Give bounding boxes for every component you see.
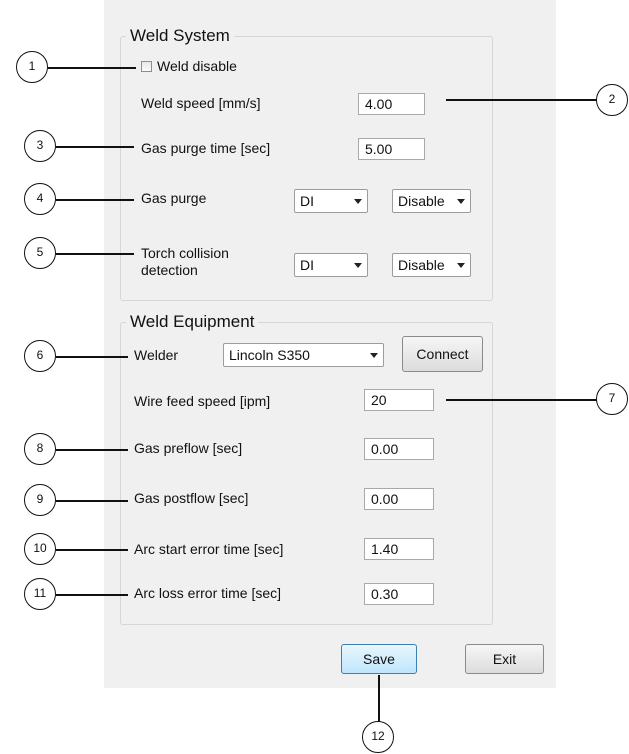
callout-leader-4 [56, 199, 134, 201]
callout-9: 9 [24, 484, 56, 516]
gas-preflow-label: Gas preflow [sec] [134, 440, 243, 456]
exit-button[interactable]: Exit [465, 644, 544, 674]
torch-collision-state-value: Disable [398, 257, 445, 273]
callout-1: 1 [16, 51, 48, 83]
wire-feed-speed-input[interactable]: 20 [364, 389, 434, 411]
callout-8: 8 [24, 433, 56, 465]
callout-leader-1 [48, 67, 136, 69]
callout-leader-9 [56, 500, 128, 502]
connect-button[interactable]: Connect [402, 336, 483, 372]
gas-postflow-input[interactable]: 0.00 [364, 488, 434, 510]
weld-equipment-title: Weld Equipment [126, 312, 259, 332]
gas-purge-time-input[interactable]: 5.00 [358, 138, 425, 160]
callout-7: 7 [596, 383, 628, 415]
callout-leader-3 [56, 146, 134, 148]
callout-leader-10 [56, 549, 128, 551]
torch-collision-label-line2: detection [141, 262, 198, 278]
wire-feed-speed-label: Wire feed speed [ipm] [134, 393, 271, 409]
callout-leader-2 [446, 99, 598, 101]
weld-speed-input[interactable]: 4.00 [358, 93, 425, 115]
chevron-down-icon [457, 263, 465, 268]
callout-5: 5 [24, 237, 56, 269]
arc-loss-error-input[interactable]: 0.30 [364, 583, 434, 605]
welder-label: Welder [134, 347, 179, 363]
gas-postflow-label: Gas postflow [sec] [134, 490, 249, 506]
chevron-down-icon [354, 199, 362, 204]
save-button[interactable]: Save [341, 644, 417, 674]
callout-6: 6 [24, 340, 56, 372]
torch-collision-label-line1: Torch collision [141, 245, 229, 261]
torch-collision-state-dropdown[interactable]: Disable [392, 253, 471, 277]
gas-purge-time-label: Gas purge time [sec] [141, 140, 271, 156]
weld-disable-label: Weld disable [157, 58, 237, 74]
welder-value: Lincoln S350 [229, 347, 310, 363]
callout-12: 12 [362, 721, 394, 753]
callout-leader-12 [378, 675, 380, 723]
chevron-down-icon [370, 353, 378, 358]
gas-purge-state-dropdown[interactable]: Disable [392, 189, 471, 213]
gas-preflow-input[interactable]: 0.00 [364, 438, 434, 460]
callout-leader-8 [56, 449, 128, 451]
callout-leader-7 [446, 399, 598, 401]
weld-disable-checkbox[interactable] [141, 61, 152, 72]
gas-purge-state-value: Disable [398, 193, 445, 209]
callout-leader-5 [56, 253, 134, 255]
gas-purge-source-dropdown[interactable]: DI [294, 189, 368, 213]
chevron-down-icon [457, 199, 465, 204]
arc-start-error-label: Arc start error time [sec] [134, 541, 284, 557]
callout-10: 10 [24, 533, 56, 565]
chevron-down-icon [354, 263, 362, 268]
callout-leader-11 [56, 594, 128, 596]
gas-purge-source-value: DI [300, 193, 314, 209]
torch-collision-source-value: DI [300, 257, 314, 273]
arc-loss-error-label: Arc loss error time [sec] [134, 585, 282, 601]
weld-system-title: Weld System [126, 26, 234, 46]
callout-4: 4 [24, 183, 56, 215]
callout-2: 2 [596, 84, 628, 116]
callout-leader-6 [56, 356, 128, 358]
gas-purge-label: Gas purge [141, 190, 207, 206]
welder-dropdown[interactable]: Lincoln S350 [223, 343, 384, 367]
callout-3: 3 [24, 130, 56, 162]
arc-start-error-input[interactable]: 1.40 [364, 538, 434, 560]
callout-11: 11 [24, 578, 56, 610]
weld-speed-label: Weld speed [mm/s] [141, 95, 261, 111]
torch-collision-source-dropdown[interactable]: DI [294, 253, 368, 277]
